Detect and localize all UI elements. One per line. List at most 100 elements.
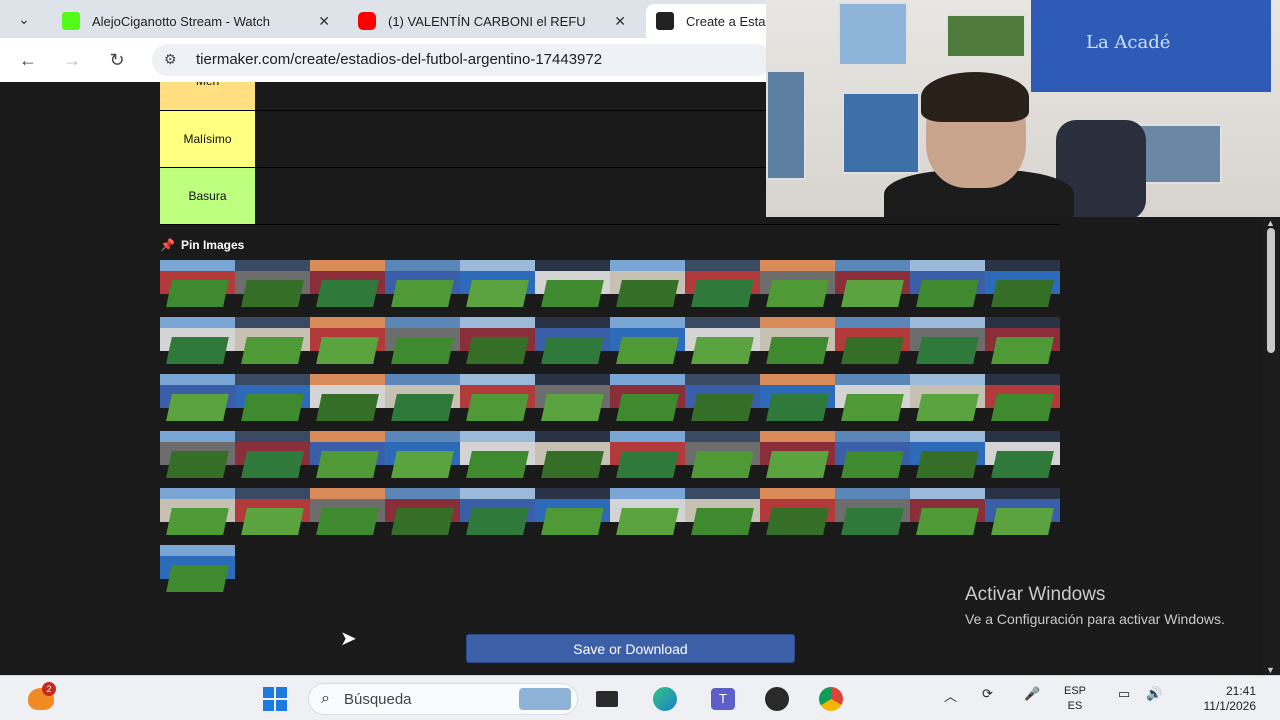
tab-tiermaker[interactable]: Create a Esta: [646, 4, 776, 38]
forward-icon[interactable]: →: [60, 48, 84, 72]
stadium-image[interactable]: [385, 374, 460, 430]
stadium-image[interactable]: [310, 260, 385, 316]
stadium-image[interactable]: [910, 431, 985, 487]
close-icon[interactable]: ✕: [318, 13, 330, 30]
teams-icon[interactable]: T: [708, 684, 738, 714]
stadium-image[interactable]: [985, 260, 1060, 316]
scroll-down-icon[interactable]: ▼: [1266, 665, 1275, 675]
stadium-image[interactable]: [160, 488, 235, 544]
stadium-image[interactable]: [460, 374, 535, 430]
site-settings-icon[interactable]: ⚙: [164, 51, 177, 68]
language-indicator[interactable]: ESP ES: [1064, 684, 1086, 714]
chrome-icon[interactable]: [816, 684, 846, 714]
obs-icon[interactable]: [762, 684, 792, 714]
stadium-image[interactable]: [310, 488, 385, 544]
windows-start-icon[interactable]: [260, 684, 290, 714]
stadium-image[interactable]: [610, 431, 685, 487]
stadium-image[interactable]: [985, 374, 1060, 430]
stadium-image[interactable]: [460, 317, 535, 373]
url-text: tiermaker.com/create/estadios-del-futbol…: [196, 51, 603, 68]
task-view-icon[interactable]: [592, 684, 622, 714]
stadium-image[interactable]: [985, 488, 1060, 544]
tiermaker-icon: [656, 12, 674, 30]
stadium-image[interactable]: [760, 317, 835, 373]
stadium-image[interactable]: [460, 260, 535, 316]
stadium-image[interactable]: [535, 431, 610, 487]
close-icon[interactable]: ✕: [614, 13, 626, 30]
tier-label[interactable]: Malísimo: [160, 111, 255, 167]
stadium-image[interactable]: [535, 317, 610, 373]
taskbar-search-box[interactable]: ⌕ Búsqueda: [308, 683, 578, 715]
tab-stream[interactable]: AlejoCiganotto Stream - Watch ✕: [52, 4, 340, 38]
stadium-image[interactable]: [610, 374, 685, 430]
save-download-button[interactable]: Save or Download: [466, 634, 795, 663]
edge-icon[interactable]: [650, 684, 680, 714]
stadium-image[interactable]: [310, 317, 385, 373]
stadium-image[interactable]: [685, 488, 760, 544]
stadium-image[interactable]: [835, 431, 910, 487]
scroll-up-icon[interactable]: ▲: [1266, 218, 1275, 228]
stadium-image[interactable]: [985, 431, 1060, 487]
stadium-image[interactable]: [235, 488, 310, 544]
system-clock[interactable]: 21:41 11/1/2026: [1182, 684, 1257, 714]
stadium-image[interactable]: [160, 374, 235, 430]
stadium-image[interactable]: [610, 317, 685, 373]
stadium-image[interactable]: [760, 260, 835, 316]
stadium-image[interactable]: [685, 431, 760, 487]
pin-images-header[interactable]: 📌 Pin Images: [160, 238, 244, 252]
stadium-image[interactable]: [385, 488, 460, 544]
stadium-image[interactable]: [910, 488, 985, 544]
stadium-image[interactable]: [685, 317, 760, 373]
stadium-image[interactable]: [235, 317, 310, 373]
stadium-image[interactable]: [835, 374, 910, 430]
stadium-image[interactable]: [535, 488, 610, 544]
stadium-image[interactable]: [160, 260, 235, 316]
volume-icon[interactable]: 🔊: [1146, 686, 1162, 702]
reload-icon[interactable]: ↻: [105, 48, 129, 72]
stadium-image[interactable]: [760, 374, 835, 430]
stadium-image[interactable]: [910, 317, 985, 373]
microphone-icon[interactable]: 🎤: [1024, 686, 1040, 702]
stadium-image[interactable]: [535, 374, 610, 430]
network-icon[interactable]: ▭: [1118, 686, 1130, 702]
tier-label[interactable]: Basura: [160, 168, 255, 224]
stadium-image[interactable]: [610, 260, 685, 316]
back-icon[interactable]: ←: [16, 48, 40, 72]
stadium-image[interactable]: [460, 488, 535, 544]
stadium-image[interactable]: [160, 431, 235, 487]
tab-youtube[interactable]: (1) VALENTÍN CARBONI el REFU ✕: [348, 4, 636, 38]
show-hidden-icons-chevron-icon[interactable]: ︿: [944, 686, 957, 705]
stadium-image[interactable]: [835, 488, 910, 544]
stadium-image[interactable]: [310, 431, 385, 487]
stadium-image[interactable]: [235, 431, 310, 487]
tab-title: Create a Esta: [686, 13, 766, 29]
youtube-icon: [358, 12, 376, 30]
stadium-image[interactable]: [910, 374, 985, 430]
stadium-image[interactable]: [235, 260, 310, 316]
stadium-image[interactable]: [760, 431, 835, 487]
stadium-image[interactable]: [385, 317, 460, 373]
stadium-image[interactable]: [235, 374, 310, 430]
tab-search-chevron-icon[interactable]: ⌄: [12, 8, 36, 30]
stadium-image[interactable]: [910, 260, 985, 316]
stadium-image[interactable]: [685, 260, 760, 316]
stadium-image[interactable]: [385, 431, 460, 487]
stadium-image[interactable]: [160, 317, 235, 373]
stadium-image[interactable]: [760, 488, 835, 544]
stadium-image[interactable]: [460, 431, 535, 487]
page-scrollbar[interactable]: ▲ ▼: [1262, 218, 1280, 675]
stadium-image[interactable]: [685, 374, 760, 430]
stadium-image[interactable]: [835, 260, 910, 316]
stadium-image[interactable]: [610, 488, 685, 544]
watermark-title: Activar Windows: [965, 584, 1106, 605]
stadium-image[interactable]: [160, 545, 235, 601]
url-field[interactable]: ⚙ tiermaker.com/create/estadios-del-futb…: [152, 44, 772, 76]
stadium-image[interactable]: [835, 317, 910, 373]
scrollbar-thumb[interactable]: [1267, 228, 1275, 353]
stadium-image[interactable]: [535, 260, 610, 316]
stadium-image[interactable]: [385, 260, 460, 316]
stadium-image[interactable]: [985, 317, 1060, 373]
tier-label[interactable]: Meh: [160, 82, 255, 110]
sync-icon[interactable]: ⟳: [982, 686, 993, 702]
stadium-image[interactable]: [310, 374, 385, 430]
